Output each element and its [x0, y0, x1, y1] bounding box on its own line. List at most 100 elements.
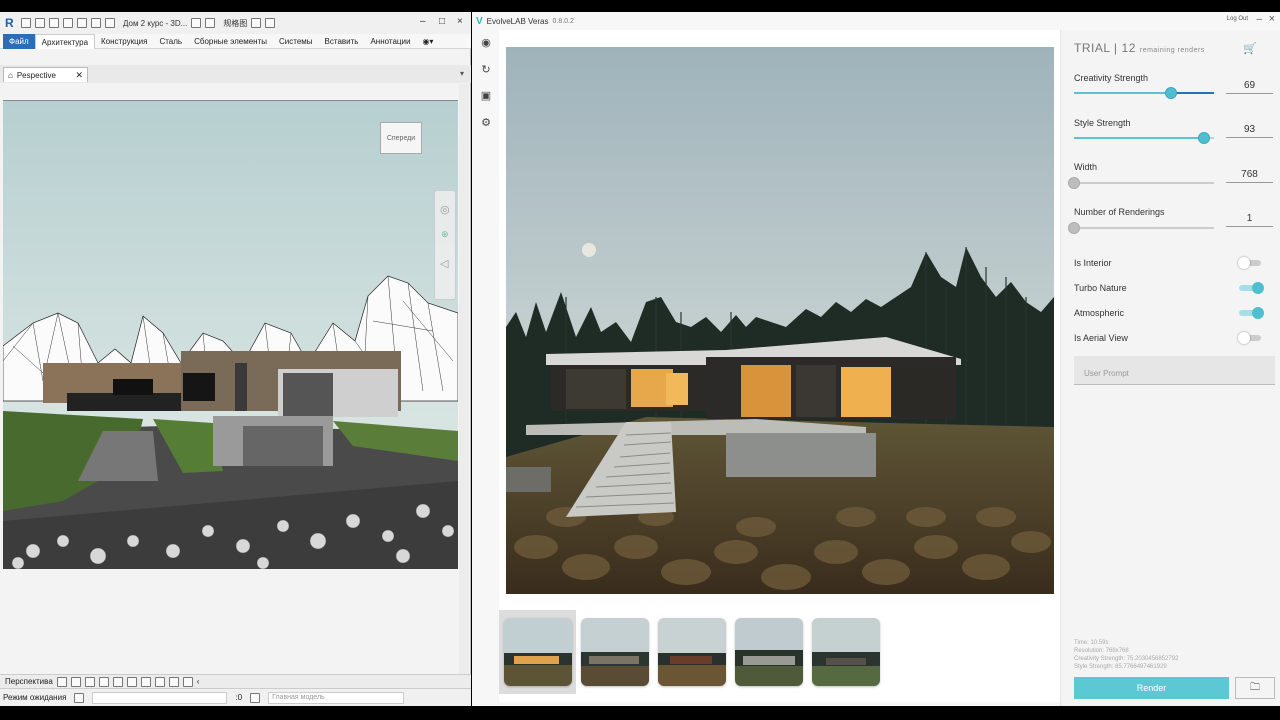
veras-minimize-icon[interactable]: –	[1256, 14, 1262, 25]
maximize-icon[interactable]: □	[439, 16, 445, 27]
workset-dropdown[interactable]	[92, 691, 228, 704]
is-interior-toggle[interactable]	[1238, 257, 1261, 269]
selection-count: :0	[235, 693, 243, 702]
model-dropdown[interactable]: Главная модель	[268, 691, 405, 704]
shadows-icon[interactable]	[98, 676, 109, 687]
minimize-icon[interactable]: –	[420, 16, 426, 27]
revit-model-render	[3, 101, 458, 569]
creativity-strength-value[interactable]: 69	[1226, 80, 1273, 94]
cart-icon[interactable]	[251, 18, 262, 28]
user-prompt-input[interactable]: User Prompt	[1074, 356, 1275, 385]
tab-systems[interactable]: Системы	[273, 34, 319, 49]
undo-icon[interactable]	[77, 18, 87, 28]
style-strength-value[interactable]: 93	[1226, 124, 1273, 138]
detail-level-icon[interactable]	[56, 676, 67, 687]
vertical-scrollbar[interactable]	[459, 84, 469, 674]
tab-structure[interactable]: Конструкция	[95, 34, 153, 49]
render-icon[interactable]	[112, 676, 123, 687]
render-thumbnail[interactable]	[581, 618, 649, 686]
open-icon[interactable]	[35, 18, 45, 28]
new-icon[interactable]	[21, 18, 31, 28]
zoom-icon[interactable]: ⊕	[441, 229, 449, 240]
tabs-menu-icon[interactable]: ▾	[460, 69, 464, 78]
toggle-knob	[1238, 257, 1250, 269]
open-folder-button[interactable]: 🗀	[1235, 677, 1275, 699]
navigation-bar[interactable]: ◎ ⊕ ◁	[434, 190, 456, 300]
is-aerial-view-toggle[interactable]	[1238, 332, 1261, 344]
render-history	[499, 610, 1060, 694]
worksets-icon[interactable]	[74, 692, 85, 703]
settings-icon[interactable]: ⚙	[479, 116, 493, 130]
view-cube[interactable]: Спереди	[380, 122, 422, 154]
tab-steel[interactable]: Сталь	[153, 34, 188, 49]
refresh-icon[interactable]: ↻	[479, 63, 493, 77]
sync-icon[interactable]	[63, 18, 73, 28]
walk-icon[interactable]: ◁	[440, 257, 448, 270]
toggle-knob	[1252, 282, 1264, 294]
sun-path-icon[interactable]	[84, 676, 95, 687]
ai-render-picture	[506, 47, 1054, 594]
is-interior-label: Is Interior	[1074, 258, 1112, 268]
3d-viewport[interactable]	[3, 100, 458, 569]
tab-file[interactable]: Файл	[3, 33, 35, 49]
ribbon-options-icon[interactable]: ◉▾	[416, 34, 439, 49]
thumbnail-picture	[504, 618, 572, 686]
visual-style-icon[interactable]	[70, 676, 81, 687]
render-thumbnail[interactable]	[735, 618, 803, 686]
render-button[interactable]: Render	[1074, 677, 1229, 699]
atmospheric-toggle[interactable]	[1239, 307, 1264, 319]
veras-close-icon[interactable]: ×	[1269, 13, 1275, 25]
eye-icon[interactable]: ◉	[479, 36, 493, 50]
temp-hide-icon[interactable]	[154, 676, 165, 687]
view-tab-perspective[interactable]: ⌂ Pespective ✕	[3, 67, 88, 82]
tab-annotate[interactable]: Аннотации	[364, 34, 416, 49]
render-thumbnail[interactable]	[504, 618, 572, 686]
revit-logo[interactable]: R	[5, 16, 17, 30]
trial-status: TRIAL | 12 remaining renders	[1074, 41, 1205, 55]
help-icon[interactable]	[265, 18, 276, 28]
tab-architecture[interactable]: Архитектура	[34, 33, 96, 49]
style-strength-slider[interactable]	[1074, 132, 1214, 144]
close-icon[interactable]: ×	[457, 16, 463, 27]
slider-knob[interactable]	[1068, 177, 1080, 189]
scroll-left-icon[interactable]: ‹	[197, 677, 200, 686]
width-slider[interactable]	[1068, 177, 1214, 189]
save-icon[interactable]: ▣	[479, 89, 493, 103]
search-binoculars-icon[interactable]	[191, 18, 202, 28]
ribbon-tabs: Файл Архитектура Конструкция Сталь Сборн…	[0, 33, 471, 49]
slider-knob[interactable]	[1164, 87, 1177, 99]
number-of-renderings-value[interactable]: 1	[1226, 213, 1273, 227]
reveal-icon[interactable]	[168, 676, 179, 687]
revit-window: R Дом 2 курс - 3D... 规格图 – □ × Файл Архи…	[0, 12, 471, 706]
save-icon[interactable]	[49, 18, 59, 28]
hide-icon[interactable]	[140, 676, 151, 687]
cart-icon[interactable]: 🛒	[1243, 42, 1257, 55]
render-image[interactable]	[506, 47, 1054, 594]
close-tab-icon[interactable]: ✕	[75, 70, 83, 81]
user-icon[interactable]	[205, 18, 216, 28]
trial-label: TRIAL |	[1074, 41, 1118, 55]
design-options-icon[interactable]	[250, 692, 261, 703]
render-thumbnail[interactable]	[658, 618, 726, 686]
steering-wheel-icon[interactable]: ◎	[440, 203, 450, 216]
thumbnail-picture	[658, 618, 726, 686]
settings-panel: TRIAL | 12 remaining renders 🛒 Creativit…	[1060, 30, 1280, 706]
slider-knob[interactable]	[1068, 222, 1080, 234]
redo-icon[interactable]	[91, 18, 101, 28]
render-thumbnail[interactable]	[812, 618, 880, 686]
crop-icon[interactable]	[126, 676, 137, 687]
width-value[interactable]: 768	[1226, 169, 1273, 183]
render-creativity: Creativity Strength: 75.2030456852792	[1074, 656, 1179, 662]
expand-icon[interactable]	[105, 18, 115, 28]
slider-knob[interactable]	[1198, 132, 1211, 144]
logout-link[interactable]: Log Out	[1227, 16, 1248, 22]
creativity-strength-slider[interactable]	[1074, 87, 1214, 99]
quick-access-toolbar: R Дом 2 курс - 3D... 规格图 – □ ×	[0, 12, 471, 34]
turbo-nature-label: Turbo Nature	[1074, 283, 1127, 293]
lock-icon[interactable]	[182, 676, 193, 687]
view-3d-icon: ⌂	[8, 70, 13, 80]
number-of-renderings-slider[interactable]	[1068, 222, 1214, 234]
turbo-nature-toggle[interactable]	[1239, 282, 1264, 294]
tab-insert[interactable]: Вставить	[319, 34, 365, 49]
tab-precast[interactable]: Сборные элементы	[188, 34, 273, 49]
